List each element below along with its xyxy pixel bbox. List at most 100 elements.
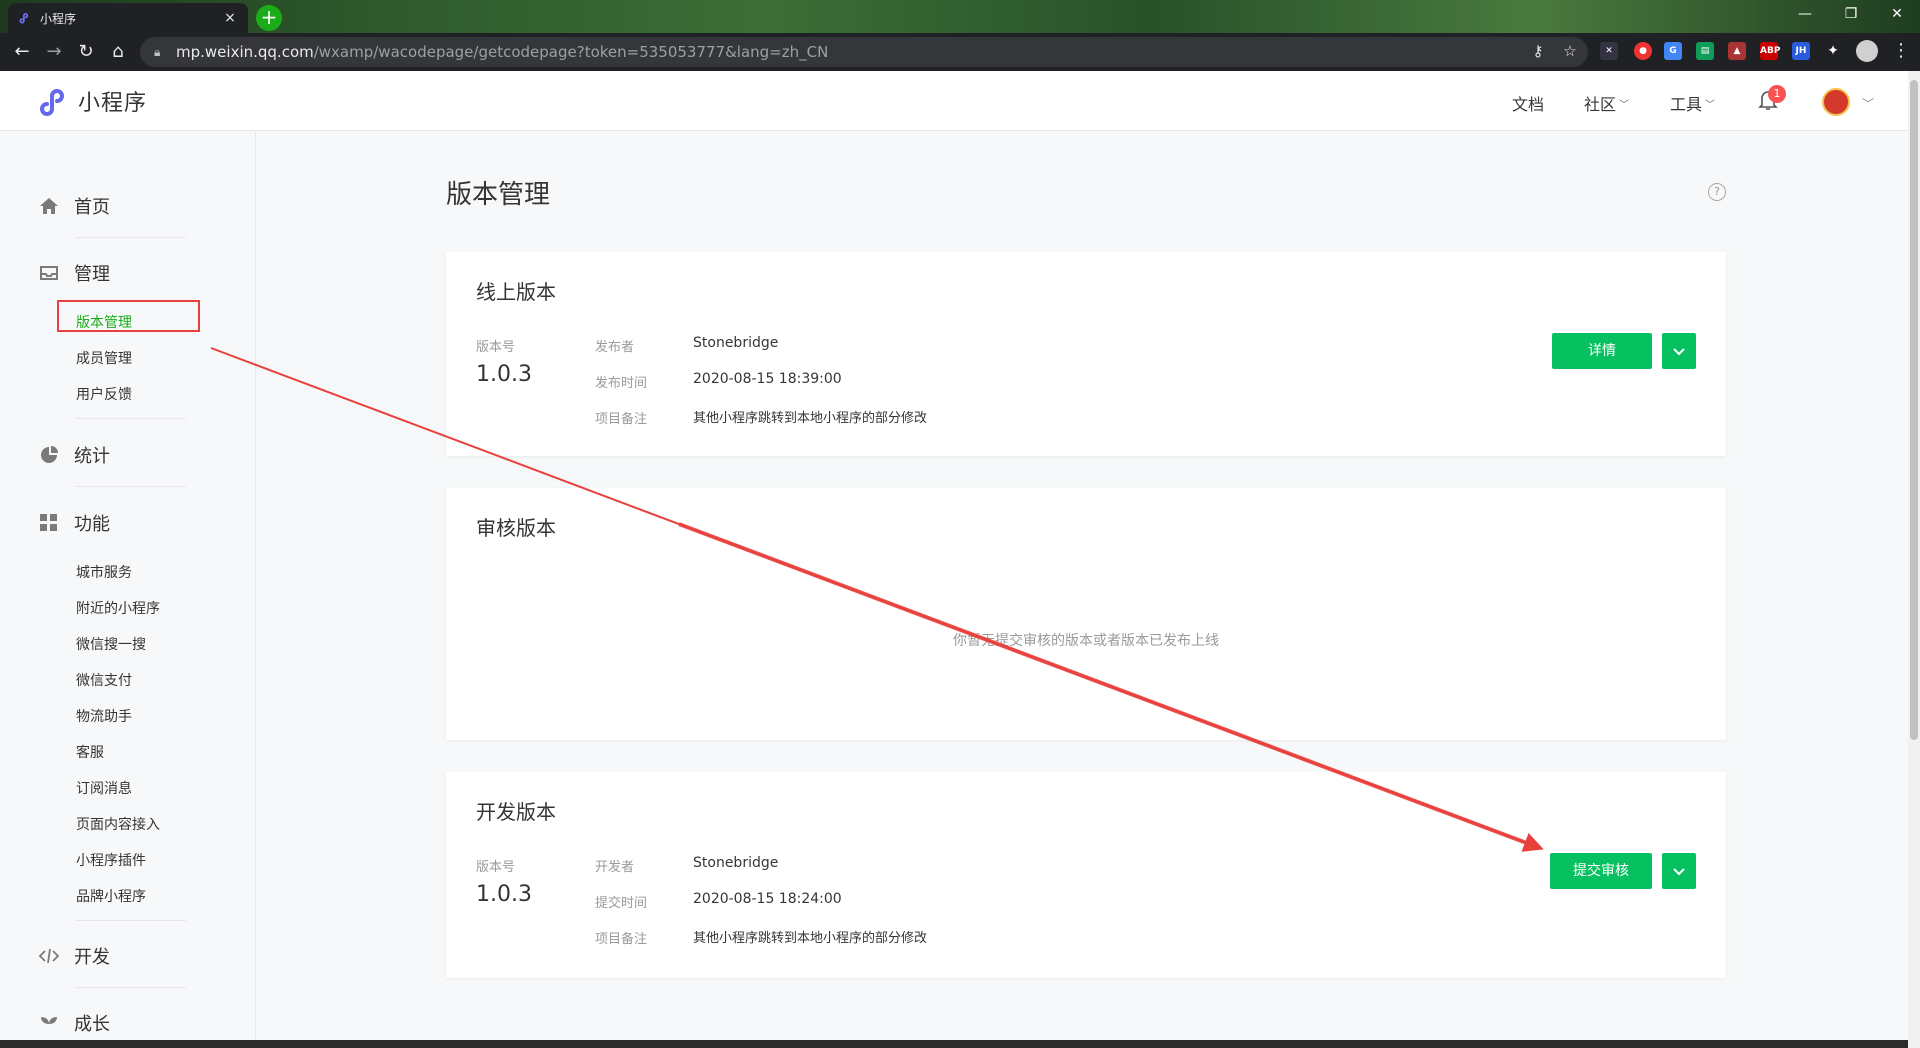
- forward-icon[interactable]: →: [42, 40, 66, 64]
- lock-icon: 🔒︎: [154, 44, 161, 59]
- review-empty-text: 你暂无提交审核的版本或者版本已发布上线: [953, 633, 1219, 649]
- extension-translate-icon[interactable]: G: [1664, 42, 1682, 60]
- detail-button[interactable]: 详情: [1552, 333, 1652, 369]
- miniprogram-favicon-icon: [18, 11, 32, 25]
- sidebar-manage[interactable]: 管理: [38, 260, 110, 286]
- dev-note-value: 其他小程序跳转到本地小程序的部分修改: [693, 931, 928, 946]
- sidebar-features-label: 功能: [74, 514, 110, 535]
- nav-docs[interactable]: 文档: [1512, 91, 1544, 115]
- page-scrollbar-thumb[interactable]: [1910, 80, 1918, 740]
- chevron-down-icon: ﹀: [1705, 99, 1716, 111]
- sidebar-item-plugins[interactable]: 小程序插件: [76, 850, 146, 870]
- sidebar-item-city-service[interactable]: 城市服务: [76, 562, 132, 582]
- chevron-down-icon: [1673, 348, 1685, 356]
- sidebar-divider: [76, 486, 186, 487]
- nav-tools[interactable]: 工具 ﹀: [1670, 91, 1715, 115]
- submit-review-button[interactable]: 提交审核: [1550, 853, 1652, 889]
- sidebar-home-label: 首页: [74, 197, 110, 218]
- sidebar-item-logistics[interactable]: 物流助手: [76, 706, 132, 726]
- online-publisher-key: 发布者: [595, 340, 635, 355]
- notification-badge: 1: [1768, 85, 1786, 103]
- online-note-value: 其他小程序跳转到本地小程序的部分修改: [693, 411, 928, 426]
- taskbar-strip: [0, 1040, 1908, 1048]
- dev-time-key: 提交时间: [595, 896, 648, 911]
- extension-x-icon[interactable]: ✕: [1600, 42, 1618, 60]
- dev-time-value: 2020-08-15 18:24:00: [693, 891, 842, 907]
- extension-record-icon[interactable]: ●: [1634, 42, 1652, 60]
- user-avatar[interactable]: [1822, 88, 1850, 116]
- sidebar-item-user-feedback[interactable]: 用户反馈: [76, 384, 132, 404]
- online-time-value: 2020-08-15 18:39:00: [693, 371, 842, 387]
- dev-version-label: 版本号: [476, 860, 516, 875]
- nav-community[interactable]: 社区 ﹀: [1584, 91, 1629, 115]
- url-path: /wxamp/wacodepage/getcodepage?token=5350…: [313, 43, 829, 61]
- reload-icon[interactable]: ↻: [74, 40, 98, 64]
- sidebar-item-member-manage[interactable]: 成员管理: [76, 348, 132, 368]
- tab-close-icon[interactable]: ×: [222, 10, 238, 26]
- dev-version-number: 1.0.3: [476, 882, 532, 907]
- site-logo[interactable]: 小程序: [38, 85, 147, 117]
- sidebar-divider: [76, 920, 186, 921]
- sprout-icon: [41, 1017, 57, 1032]
- dev-more-dropdown[interactable]: [1662, 853, 1696, 889]
- window-close-icon[interactable]: ✕: [1874, 0, 1920, 30]
- address-bar[interactable]: 🔒︎ mp.weixin.qq.com/wxamp/wacodepage/get…: [140, 37, 1588, 67]
- dev-version-card: 开发版本 版本号 1.0.3 开发者 Stonebridge 提交时间 2020…: [446, 772, 1726, 978]
- online-card-title: 线上版本: [476, 280, 556, 304]
- sidebar-item-wechat-search[interactable]: 微信搜一搜: [76, 634, 146, 654]
- annotation-highlight-box: [57, 300, 200, 332]
- sidebar-features[interactable]: 功能: [38, 510, 110, 536]
- sidebar-item-brand[interactable]: 品牌小程序: [76, 886, 146, 906]
- extension-jh-icon[interactable]: JH: [1792, 42, 1810, 60]
- extension-sheet-icon[interactable]: ▤: [1696, 42, 1714, 60]
- sidebar-dev[interactable]: 开发: [38, 943, 110, 969]
- sidebar-item-page-content[interactable]: 页面内容接入: [76, 814, 160, 834]
- site-header: 小程序 文档 社区 ﹀ 工具 ﹀ 1 ﹀: [0, 71, 1908, 131]
- help-icon[interactable]: ?: [1708, 183, 1726, 201]
- key-icon[interactable]: ⚷: [1528, 41, 1548, 61]
- chevron-down-icon: ﹀: [1619, 99, 1630, 111]
- user-menu-chevron-icon[interactable]: ﹀: [1862, 95, 1874, 112]
- minimize-icon[interactable]: —: [1782, 0, 1828, 30]
- browser-tab[interactable]: 小程序 ×: [8, 3, 248, 33]
- online-more-dropdown[interactable]: [1662, 333, 1696, 369]
- sidebar-divider: [76, 237, 186, 238]
- extensions-puzzle-icon[interactable]: ✦: [1824, 42, 1842, 60]
- extension-chart-icon[interactable]: ▲: [1728, 42, 1746, 60]
- sidebar-home[interactable]: 首页: [38, 193, 110, 219]
- dev-note-key: 项目备注: [595, 932, 648, 947]
- inbox-icon: [40, 266, 58, 280]
- online-time-key: 发布时间: [595, 376, 648, 391]
- restore-icon[interactable]: ❐: [1828, 0, 1874, 30]
- sidebar-item-wechat-pay[interactable]: 微信支付: [76, 670, 132, 690]
- chrome-profile-avatar[interactable]: [1856, 40, 1878, 62]
- sidebar-item-nearby[interactable]: 附近的小程序: [76, 598, 160, 618]
- sidebar-growth-label: 成长: [74, 1014, 110, 1035]
- sidebar-item-subscribe-msg[interactable]: 订阅消息: [76, 778, 132, 798]
- code-icon: [38, 948, 60, 964]
- tab-title: 小程序: [40, 11, 77, 26]
- grid-icon: [40, 514, 57, 531]
- browser-toolbar: ← → ↻ ⌂ 🔒︎ mp.weixin.qq.com/wxamp/wacode…: [0, 33, 1920, 71]
- dev-developer-key: 开发者: [595, 860, 635, 875]
- online-note-key: 项目备注: [595, 412, 648, 427]
- sidebar-stats-label: 统计: [74, 446, 110, 467]
- sidebar-growth[interactable]: 成长: [38, 1010, 110, 1036]
- nav-tools-label: 工具: [1670, 95, 1703, 114]
- bookmark-star-icon[interactable]: ☆: [1560, 41, 1580, 61]
- sidebar-stats[interactable]: 统计: [38, 442, 110, 468]
- sidebar-divider: [76, 987, 186, 988]
- review-version-card: 审核版本 你暂无提交审核的版本或者版本已发布上线: [446, 488, 1726, 740]
- review-card-title: 审核版本: [476, 516, 556, 540]
- extension-abp-icon[interactable]: ABP: [1760, 42, 1780, 60]
- sidebar-item-customer-service[interactable]: 客服: [76, 742, 104, 762]
- chevron-down-icon: [1673, 868, 1685, 876]
- sidebar-manage-label: 管理: [74, 264, 110, 285]
- page-title: 版本管理: [446, 180, 551, 210]
- miniprogram-logo-icon: [40, 89, 64, 116]
- back-icon[interactable]: ←: [10, 40, 34, 64]
- new-tab-button[interactable]: +: [256, 5, 282, 31]
- home-icon[interactable]: ⌂: [106, 40, 130, 64]
- nav-docs-label: 文档: [1512, 95, 1545, 114]
- chrome-menu-icon[interactable]: ⋮: [1892, 39, 1910, 63]
